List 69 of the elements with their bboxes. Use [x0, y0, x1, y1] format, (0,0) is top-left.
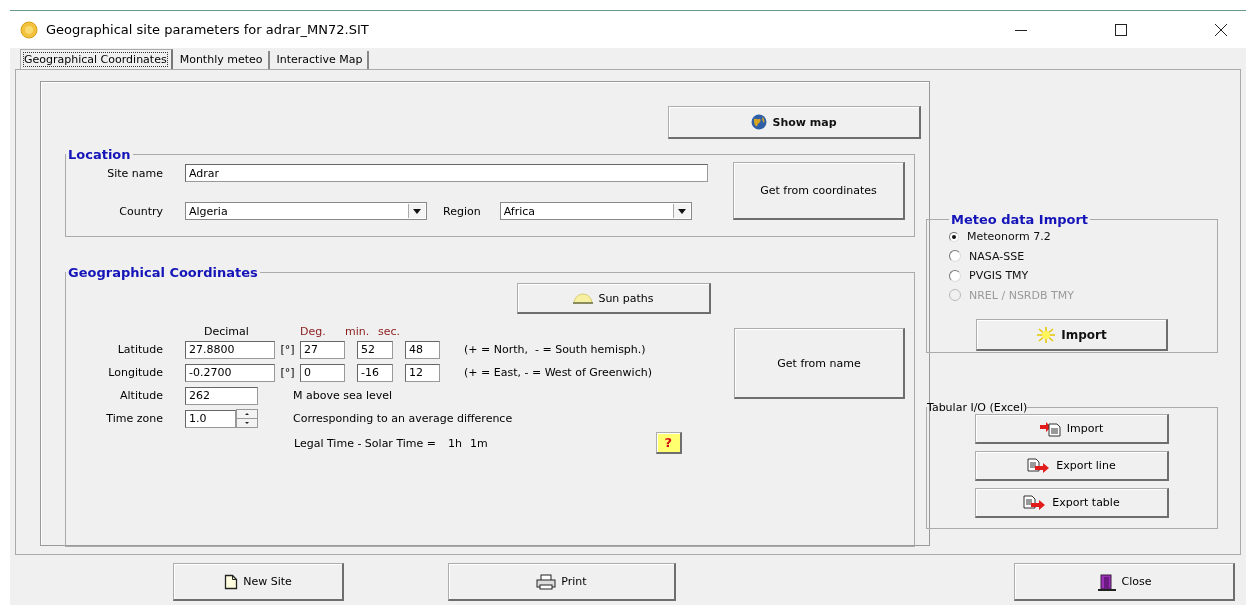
- get-from-name-button[interactable]: Get from name: [734, 328, 905, 399]
- decimal-field[interactable]: -0.2700: [185, 363, 275, 382]
- printer-icon: [536, 573, 557, 590]
- group-title: Meteo data Import: [950, 212, 1090, 227]
- radio-option[interactable]: PVGIS TMY: [949, 266, 1217, 286]
- group-title: Geographical Coordinates: [67, 265, 259, 280]
- close-button[interactable]: Close: [1014, 563, 1235, 601]
- field-label: Altitude: [119, 389, 164, 402]
- tab[interactable]: Monthly meteo: [175, 51, 270, 69]
- close-icon[interactable]: [1214, 22, 1228, 37]
- maximize-icon[interactable]: [1114, 22, 1128, 37]
- app-icon: [20, 20, 38, 39]
- help-button[interactable]: ?: [655, 432, 682, 454]
- sun-paths-button[interactable]: Sun paths: [517, 283, 711, 314]
- sun-icon: [1036, 326, 1057, 343]
- decimal-field[interactable]: 27.8800: [185, 340, 275, 359]
- column-header: Decimal: [204, 324, 250, 338]
- import-document-icon: [1039, 420, 1062, 437]
- column-header: min.: [345, 324, 371, 338]
- field-label: Region: [443, 204, 481, 218]
- degrees-field[interactable]: 0: [300, 363, 345, 382]
- field-label: Time zone: [105, 412, 164, 425]
- dropdown-arrow-icon[interactable]: [413, 208, 421, 214]
- tab[interactable]: Geographical Coordinates: [20, 49, 173, 69]
- field-label: Country: [118, 204, 164, 218]
- globe-icon: [751, 114, 768, 130]
- window-title: Geographical site parameters for adrar_MN72.SIT: [46, 22, 369, 37]
- unit-label: [°]: [279, 343, 296, 356]
- altitude-field[interactable]: 262: [185, 386, 258, 405]
- dropdown[interactable]: Africa: [499, 202, 692, 220]
- hint-text: (+ = East, - = West of Greenwich): [464, 366, 652, 379]
- door-icon: [1096, 572, 1117, 591]
- print-button[interactable]: Print: [448, 563, 676, 601]
- field-label: Longitude: [107, 366, 164, 379]
- field-label: Site name: [106, 166, 164, 180]
- hint-text: Corresponding to an average difference: [293, 412, 513, 425]
- field-label: Latitude: [116, 343, 164, 356]
- import-button[interactable]: Import: [975, 414, 1169, 444]
- column-header: Deg.: [300, 324, 327, 338]
- time-value: 1h: [448, 436, 462, 450]
- time-value: 1m: [470, 436, 488, 450]
- legal-time-label: Legal Time - Solar Time =: [294, 436, 437, 450]
- seconds-field[interactable]: 12: [405, 363, 440, 382]
- time-zone-field[interactable]: 1.0: [185, 409, 236, 428]
- radio-option[interactable]: Meteonorm 7.2: [949, 227, 1217, 247]
- site-name-field[interactable]: Adrar: [185, 164, 708, 182]
- minutes-field[interactable]: -16: [357, 363, 393, 382]
- spinner-arrows-icon[interactable]: [236, 409, 258, 428]
- group-title: Location: [67, 147, 132, 162]
- dropdown-arrow-icon[interactable]: [677, 208, 686, 214]
- sun-horizon-icon: [573, 292, 594, 304]
- unit-label: [°]: [279, 366, 296, 379]
- new-site-button[interactable]: New Site: [173, 563, 344, 601]
- show-map-button[interactable]: Show map: [668, 106, 921, 139]
- import-button[interactable]: Import: [976, 319, 1168, 351]
- dropdown[interactable]: Algeria: [185, 202, 427, 220]
- export-button[interactable]: Export line: [975, 451, 1169, 481]
- group-title: Tabular I/O (Excel): [927, 401, 1028, 414]
- get-from-coordinates-button[interactable]: Get from coordinates: [733, 162, 905, 220]
- new-document-icon: [224, 573, 239, 590]
- export-button[interactable]: Export table: [975, 488, 1169, 518]
- column-header: sec.: [378, 324, 402, 338]
- tab[interactable]: Interactive Map: [272, 51, 370, 69]
- minutes-field[interactable]: 52: [357, 340, 393, 359]
- hint-text: M above sea level: [293, 389, 393, 402]
- radio-option[interactable]: NASA-SSE: [949, 246, 1217, 266]
- hint-text: (+ = North, - = South hemisph.): [464, 343, 646, 356]
- seconds-field[interactable]: 48: [405, 340, 440, 359]
- degrees-field[interactable]: 27: [300, 340, 345, 359]
